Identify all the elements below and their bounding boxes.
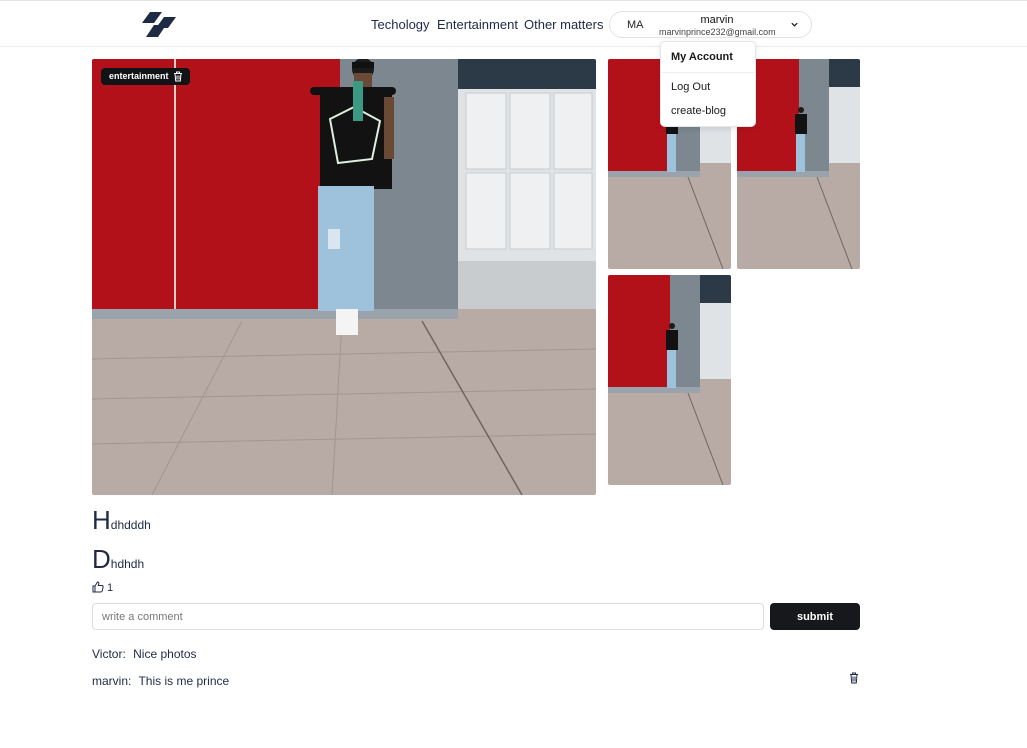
thumbnail-photo[interactable] [608, 275, 731, 485]
main-post-photo[interactable] [92, 59, 596, 495]
comment-text: This is me prince [138, 674, 230, 688]
trash-icon[interactable] [173, 71, 183, 82]
comment-text: Nice photos [133, 647, 197, 661]
account-dropdown: My Account Log Out create-blog [660, 41, 756, 127]
comment-author: Victor: [92, 647, 126, 661]
thumbs-up-icon [92, 581, 104, 593]
like-button[interactable]: 1 [92, 581, 113, 594]
like-count: 1 [107, 582, 114, 594]
comment-item: Victor: Nice photos [92, 647, 197, 661]
nav-other-matters[interactable]: Other matters [524, 17, 603, 32]
header: Techology Entertainment Other matters MA… [0, 0, 1027, 47]
nav-technology[interactable]: Techology [371, 17, 430, 32]
logout-menu-item[interactable]: Log Out [671, 81, 710, 93]
user-menu-button[interactable]: MA marvin marvinprince232@gmail.com [609, 11, 812, 38]
post-description-initial: D [92, 544, 111, 574]
post-description-rest: hdhdh [110, 557, 145, 571]
comment-input[interactable] [92, 603, 764, 630]
post-description: Dhdhdh [92, 544, 144, 575]
chevron-down-icon [791, 22, 798, 27]
category-badge: entertainment [101, 68, 190, 85]
create-blog-menu-item[interactable]: create-blog [671, 105, 726, 117]
category-label: entertainment [109, 71, 169, 81]
comment-item: marvin: This is me prince [92, 674, 229, 688]
comment-author: marvin: [92, 674, 132, 688]
logo-icon[interactable] [141, 12, 177, 38]
dropdown-divider [661, 72, 755, 73]
submit-button[interactable]: submit [770, 603, 860, 630]
post-title-rest: dhdddh [110, 518, 151, 532]
nav-entertainment[interactable]: Entertainment [437, 17, 518, 32]
dropdown-title: My Account [671, 51, 733, 63]
post-title: Hdhdddh [92, 505, 151, 536]
trash-icon[interactable] [849, 672, 859, 684]
user-name: marvin [700, 14, 734, 26]
post-title-initial: H [92, 505, 111, 535]
avatar: MA [627, 19, 644, 31]
user-email: marvinprince232@gmail.com [659, 27, 776, 37]
